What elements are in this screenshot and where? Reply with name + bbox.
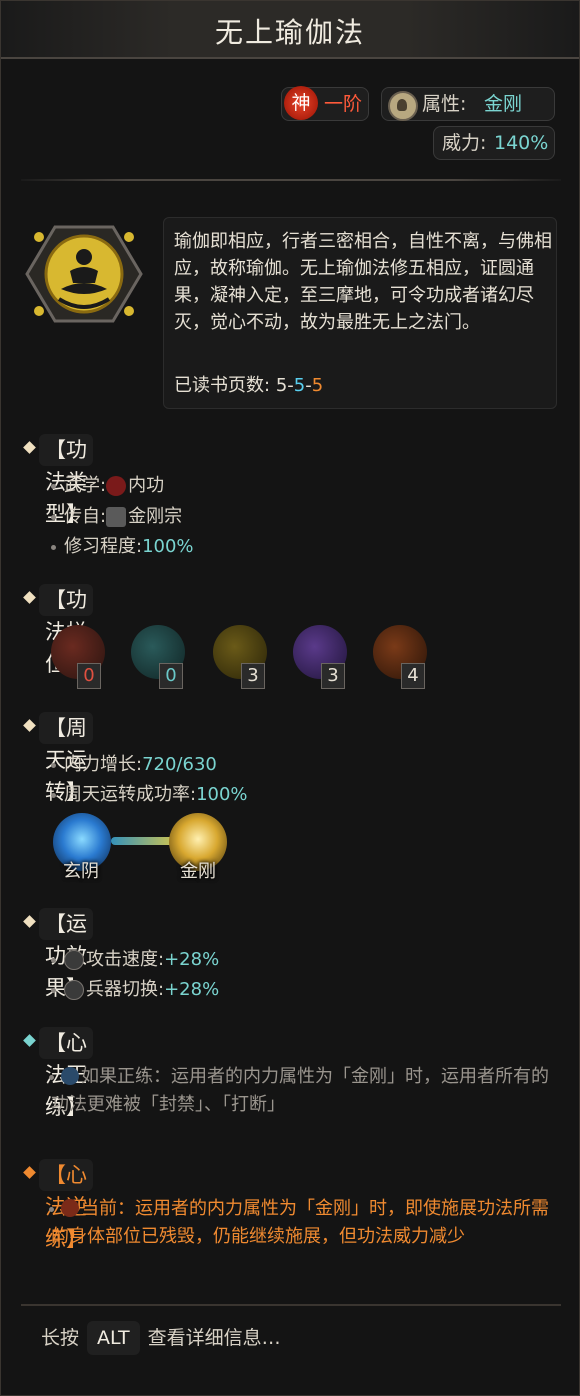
- martial-label: 武学:: [64, 475, 107, 496]
- divine-rank-icon: 神: [284, 86, 318, 120]
- footer-hint: 长按 ALT 查看详细信息…: [41, 1321, 281, 1355]
- footer-divider: [21, 1304, 561, 1306]
- power-label: 威力:: [442, 132, 487, 154]
- footer-prefix: 长按: [41, 1327, 80, 1349]
- mastery-row: 修习程度:100%: [51, 534, 194, 560]
- diamond-icon: [23, 591, 36, 604]
- section-header: 【周天运转】: [39, 712, 93, 804]
- section-header: 【运功效果】: [39, 908, 93, 1000]
- crossed-swords-icon: [64, 950, 84, 970]
- forward-practice-icon: [61, 1067, 79, 1085]
- pages-read-value-2: 5: [293, 375, 306, 396]
- rank-pill: 神 一阶: [281, 86, 369, 121]
- diamond-icon: [23, 1034, 36, 1047]
- skill-title: 无上瑜伽法: [214, 16, 365, 49]
- pages-read-label: 已读书页数:: [174, 375, 271, 396]
- crossed-swords-icon: [64, 980, 84, 1000]
- slot-count-5: 4: [401, 663, 425, 689]
- martial-row: 武学: 内功: [51, 473, 164, 499]
- mastery-label: 修习程度:: [64, 536, 143, 557]
- mastery-value: 100%: [142, 536, 194, 557]
- effect-label: 兵器切换:: [86, 979, 165, 1000]
- skill-detail-panel: 无上瑜伽法 神 一阶 属性: 金刚 威力: 140% 瑜伽即相应，行者三密相合，…: [0, 0, 580, 1396]
- power-value: 140%: [494, 132, 549, 154]
- effect-row: 攻击速度:+28%: [51, 947, 219, 973]
- section-header: 【心法正练】: [39, 1027, 93, 1119]
- slot-count-3: 3: [241, 663, 265, 689]
- title-bar: 无上瑜伽法: [1, 1, 579, 59]
- effect-value: +28%: [164, 949, 220, 970]
- vajra-attribute-icon: [388, 91, 418, 121]
- pages-read: 已读书页数: 5-5-5: [174, 371, 323, 397]
- origin-value: 金刚宗: [128, 506, 183, 527]
- diamond-icon: [23, 719, 36, 732]
- power-pill: 威力: 140%: [433, 126, 555, 160]
- attribute-pill: 属性: 金刚: [381, 87, 555, 121]
- diamond-icon: [23, 441, 36, 454]
- slot-count-2: 0: [159, 663, 183, 689]
- section-header: 【功法栏位】: [39, 584, 93, 676]
- to-orb-label: 金刚: [180, 861, 216, 882]
- circulation-beam: [111, 837, 173, 845]
- martial-value: 内功: [128, 475, 165, 496]
- description-box: 瑜伽即相应，行者三密相合，自性不离，与佛相应，故称瑜伽。无上瑜伽法修五相应，证圆…: [163, 217, 557, 409]
- reverse-practice-text: 当前：运用者的内力属性为「金刚」时，即使施展功法所需的身体部位已残毁，仍能继续施…: [51, 1198, 549, 1247]
- sect-icon: [106, 507, 127, 527]
- reverse-practice-row: 当前：运用者的内力属性为「金刚」时，即使施展功法所需的身体部位已残毁，仍能继续施…: [49, 1195, 551, 1251]
- growth-value: 720/630: [142, 754, 217, 775]
- from-orb-label: 玄阴: [63, 861, 99, 882]
- slot-count-1: 0: [77, 663, 101, 689]
- inner-skill-icon: [106, 476, 127, 496]
- diamond-icon: [23, 915, 36, 928]
- section-header: 【心法逆练】: [39, 1159, 93, 1251]
- diamond-icon: [23, 1166, 36, 1179]
- pages-read-value-1: 5: [275, 375, 288, 396]
- effect-value: +28%: [164, 979, 220, 1000]
- divider: [21, 179, 561, 181]
- footer-suffix: 查看详细信息…: [147, 1327, 281, 1349]
- skill-description: 瑜伽即相应，行者三密相合，自性不离，与佛相应，故称瑜伽。无上瑜伽法修五相应，证圆…: [174, 231, 552, 333]
- forward-practice-row: 如果正练：运用者的内力属性为「金刚」时，运用者所有的功法更难被「封禁」、「打断」: [49, 1063, 551, 1119]
- success-value: 100%: [196, 784, 248, 805]
- attribute-value: 金刚: [484, 93, 523, 115]
- forward-practice-text: 如果正练：运用者的内力属性为「金刚」时，运用者所有的功法更难被「封禁」、「打断」: [51, 1066, 549, 1115]
- reverse-practice-icon: [61, 1199, 79, 1217]
- growth-label: 内力增长:: [64, 754, 143, 775]
- success-label: 周天运转成功率:: [64, 784, 197, 805]
- slot-count-4: 3: [321, 663, 345, 689]
- meditation-emblem-icon: [25, 225, 143, 323]
- origin-row: 传自: 金刚宗: [51, 504, 182, 530]
- attribute-label: 属性:: [422, 93, 467, 115]
- origin-label: 传自:: [64, 506, 107, 527]
- success-row: 周天运转成功率:100%: [51, 782, 248, 808]
- alt-key[interactable]: ALT: [87, 1321, 140, 1355]
- pages-read-value-3: 5: [311, 375, 324, 396]
- effect-label: 攻击速度:: [86, 949, 165, 970]
- section-header: 【功法类型】: [39, 434, 93, 526]
- growth-row: 内力增长:720/630: [51, 752, 217, 778]
- rank-label: 一阶: [324, 93, 363, 115]
- effect-row: 兵器切换:+28%: [51, 977, 219, 1003]
